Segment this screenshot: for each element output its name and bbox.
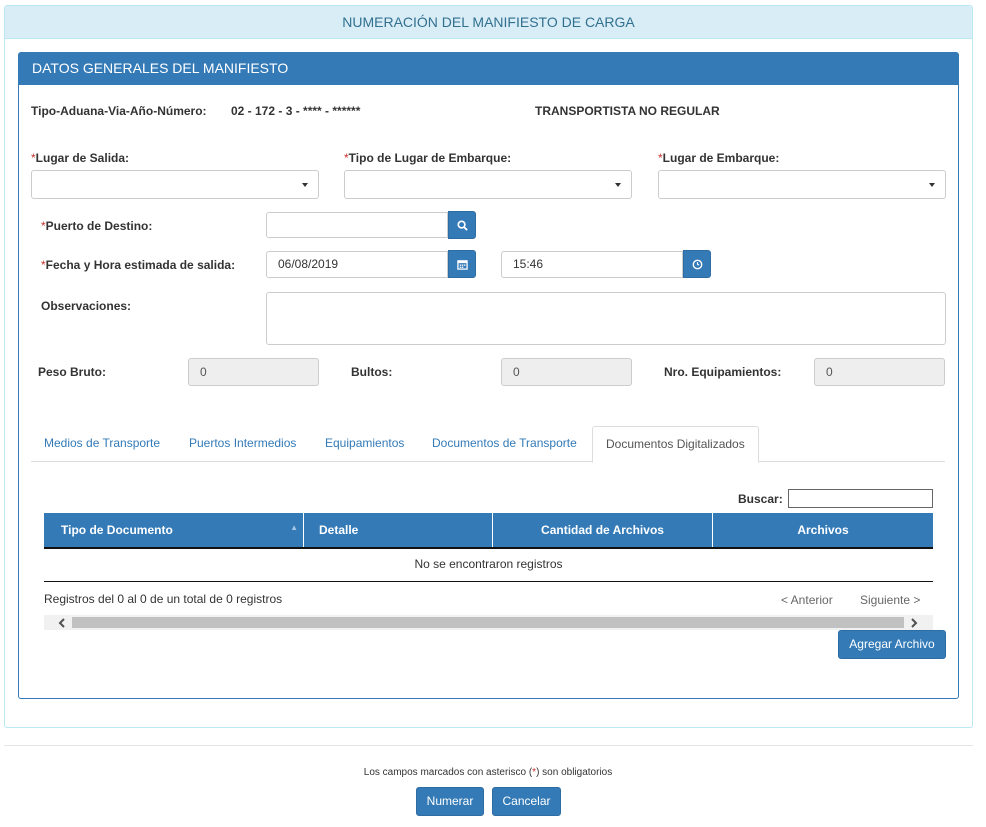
search-icon <box>456 219 468 231</box>
tab-equipamientos[interactable]: Equipamientos <box>325 426 404 462</box>
peso-bruto-field: 0 <box>188 358 319 386</box>
column-detalle[interactable]: Detalle <box>304 513 493 547</box>
lugar-embarque-label-text: Lugar de Embarque: <box>662 151 780 165</box>
chevron-down-icon <box>615 183 621 187</box>
puerto-destino-label-text: Puerto de Destino: <box>45 219 153 233</box>
bultos-field: 0 <box>501 358 632 386</box>
peso-bruto-label: Peso Bruto: <box>38 365 107 379</box>
column-tipo-documento-label: Tipo de Documento <box>61 523 173 537</box>
required-note-after: ) son obligatorios <box>536 767 613 778</box>
tab-documentos-digitalizados[interactable]: Documentos Digitalizados <box>592 426 759 463</box>
bultos-label: Bultos: <box>351 365 393 379</box>
fecha-hora-label-text: Fecha y Hora estimada de salida: <box>45 258 236 272</box>
puerto-destino-label: *Puerto de Destino: <box>41 219 152 233</box>
tipo-lugar-embarque-select[interactable] <box>344 170 632 199</box>
puerto-destino-search-button[interactable] <box>448 211 476 239</box>
page-title: NUMERACIÓN DEL MANIFIESTO DE CARGA <box>5 6 972 39</box>
hora-salida-input[interactable]: 15:46 <box>501 251 683 278</box>
lugar-embarque-select[interactable] <box>658 170 946 199</box>
manifest-id-label: Tipo-Aduana-Via-Año-Número: <box>31 104 207 118</box>
tipo-lugar-embarque-label: *Tipo de Lugar de Embarque: <box>344 151 511 165</box>
table-empty-row: No se encontraron registros <box>44 549 933 582</box>
documents-table-header: Tipo de Documento ▲ Detalle Cantidad de … <box>44 513 933 549</box>
cancelar-button[interactable]: Cancelar <box>492 787 561 816</box>
fecha-hora-label: *Fecha y Hora estimada de salida: <box>41 258 235 272</box>
column-cantidad-archivos[interactable]: Cantidad de Archivos <box>493 513 713 547</box>
agregar-archivo-button[interactable]: Agregar Archivo <box>838 630 946 659</box>
panel-title: DATOS GENERALES DEL MANIFIESTO <box>19 53 958 85</box>
nro-equipamientos-field: 0 <box>814 358 945 386</box>
tab-documentos-transporte[interactable]: Documentos de Transporte <box>432 426 577 462</box>
tipo-lugar-embarque-label-text: Tipo de Lugar de Embarque: <box>348 151 512 165</box>
observaciones-label: Observaciones: <box>41 299 132 313</box>
calendar-icon <box>456 259 468 270</box>
nro-equipamientos-label: Nro. Equipamientos: <box>664 365 782 379</box>
lugar-embarque-label: *Lugar de Embarque: <box>658 151 779 165</box>
lugar-salida-select[interactable] <box>31 170 319 199</box>
lugar-salida-label-text: Lugar de Salida: <box>35 151 130 165</box>
required-note-before: Los campos marcados con asterisco ( <box>363 767 533 778</box>
table-horizontal-scrollbar[interactable] <box>44 615 933 630</box>
clock-icon <box>692 259 702 269</box>
scrollbar-thumb[interactable] <box>72 617 904 628</box>
sort-icon: ▲ <box>290 523 298 532</box>
pagination-next[interactable]: Siguiente > <box>860 593 920 607</box>
manifest-id-value: 02 - 172 - 3 - **** - ****** <box>231 104 361 118</box>
table-info: Registros del 0 al 0 de un total de 0 re… <box>44 592 283 606</box>
chevron-down-icon <box>302 183 308 187</box>
tab-bar: Medios de Transporte Puertos Intermedios… <box>31 426 945 463</box>
search-label: Buscar: <box>738 492 783 506</box>
numerar-button[interactable]: Numerar <box>416 787 484 816</box>
tab-puertos-intermedios[interactable]: Puertos Intermedios <box>189 426 296 462</box>
column-archivos[interactable]: Archivos <box>713 513 933 547</box>
footer-divider <box>4 745 973 746</box>
tab-medios-transporte[interactable]: Medios de Transporte <box>44 426 160 462</box>
scroll-right-arrow-icon[interactable] <box>906 615 922 630</box>
required-fields-note: Los campos marcados con asterisco (*) so… <box>0 767 976 778</box>
chevron-down-icon <box>929 183 935 187</box>
hora-clock-button[interactable] <box>683 250 711 278</box>
carrier-type: TRANSPORTISTA NO REGULAR <box>535 104 720 118</box>
scroll-left-arrow-icon[interactable] <box>54 615 70 630</box>
fecha-calendar-button[interactable] <box>448 250 476 278</box>
pagination-previous[interactable]: < Anterior <box>781 593 833 607</box>
lugar-salida-label: *Lugar de Salida: <box>31 151 129 165</box>
puerto-destino-input[interactable] <box>266 212 448 238</box>
column-tipo-documento[interactable]: Tipo de Documento ▲ <box>44 513 304 547</box>
observaciones-textarea[interactable] <box>266 292 946 345</box>
search-input[interactable] <box>788 489 933 508</box>
fecha-salida-input[interactable]: 06/08/2019 <box>266 251 448 278</box>
